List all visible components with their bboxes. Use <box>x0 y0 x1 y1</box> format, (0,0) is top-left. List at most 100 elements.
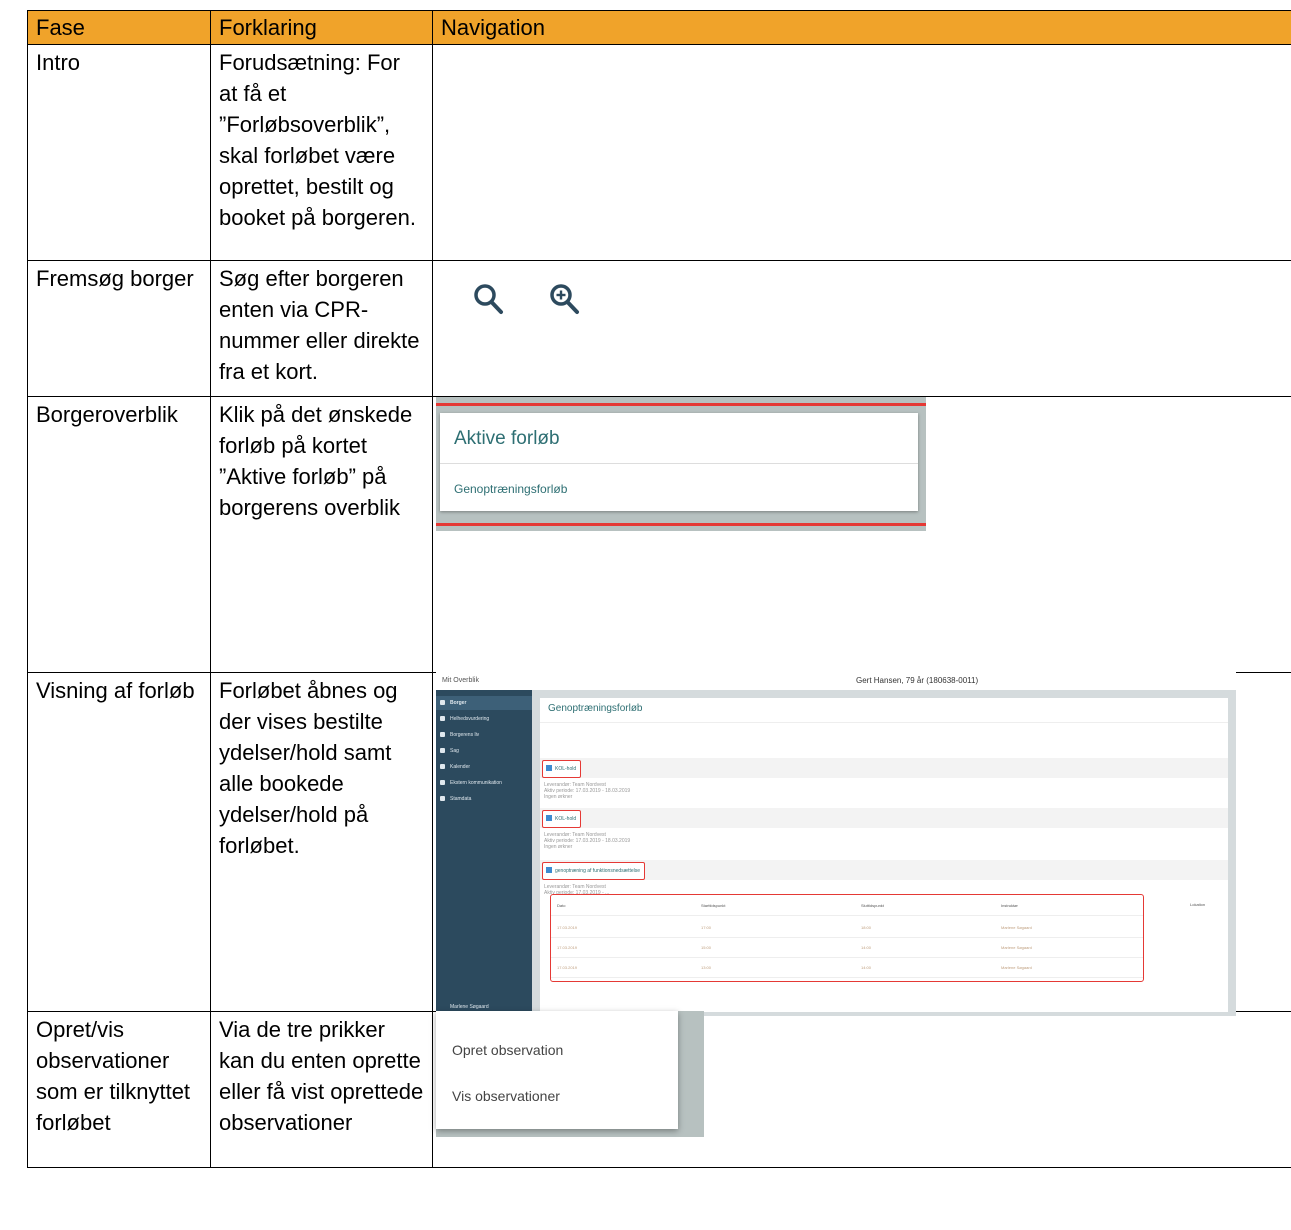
mail-icon <box>440 780 445 785</box>
cell: 14:00 <box>861 945 872 950</box>
panel-title: Genoptræningsforløb <box>548 703 643 714</box>
sidebar-item-label: Sag <box>450 748 459 754</box>
sidebar-item-label: Kalender <box>450 764 471 770</box>
forklaring-cell: Forløbet åbnes og der vises bestilte yde… <box>210 672 433 1012</box>
people-icon <box>440 796 445 801</box>
table-row[interactable]: 17.03.2019 15:00 14:00 Marlene Søgaard <box>551 937 1143 958</box>
check-icon <box>546 867 552 873</box>
sidebar-item-borgerens-liv[interactable]: Borgerens liv <box>436 728 532 742</box>
app-topbar: Mit Overblik Gert Hansen, 79 år (180638-… <box>436 672 1236 691</box>
column-header: Starttidspunkt <box>701 903 726 908</box>
cell: 17:00 <box>701 925 712 930</box>
hold-group: genoptræning af funktionsnedsættelse <box>540 860 1228 880</box>
instruction-table: Fase Forklaring Navigation Intro Forudsæ… <box>27 10 1291 1168</box>
card-title: Aktive forløb <box>454 428 560 449</box>
hold-label[interactable]: KOL-hold <box>542 810 582 828</box>
sidebar-item-label: Stamdata <box>450 796 472 802</box>
location-header: Lokation <box>1190 902 1206 907</box>
table-row[interactable]: 17.03.2019 13:00 14:00 Marlene Søgaard <box>551 957 1143 978</box>
cell: Marlene Søgaard <box>1001 945 1032 950</box>
search-icon[interactable] <box>471 281 505 317</box>
table-row[interactable]: 17.03.2019 17:00 18:00 Marlene Søgaard <box>551 917 1143 938</box>
sidebar-item-label: Ekstern kommunikation <box>450 780 502 786</box>
hold-name: KOL-hold <box>555 816 577 822</box>
menu-item-vis-observationer[interactable]: Vis observationer <box>452 1087 560 1105</box>
forklaring-cell: Klik på det ønskede forløb på kortet ”Ak… <box>210 396 433 673</box>
cell: 18:00 <box>861 925 872 930</box>
table-row: Visning af forløb Forløbet åbnes og der … <box>27 672 1291 1016</box>
aktive-forloeb-card: Aktive forløb Genoptræningsforløb <box>440 413 918 511</box>
meta-line: Ingen ørkner <box>544 844 573 850</box>
hold-group: KOL-hold <box>540 758 1228 778</box>
meta-line: Ingen ørkner <box>544 794 573 800</box>
patient-name: Gert Hansen, 79 år (180638-0011) <box>856 676 979 685</box>
forloeb-link[interactable]: Genoptræningsforløb <box>454 481 567 497</box>
app-sidebar: Borger Helhedsvurdering Borgerens liv Sa… <box>436 690 532 1016</box>
fase-cell: Fremsøg borger <box>27 260 211 397</box>
app-main: Genoptræningsforløb KOL-hold Leverandør:… <box>532 690 1236 1016</box>
hold-meta: Leverandør: Team Nordvest Aktiv periode: … <box>544 832 630 850</box>
calendar-icon <box>440 764 445 769</box>
sidebar-item-kalender[interactable]: Kalender <box>436 760 532 774</box>
table-row: Intro Forudsætning: For at få et ”Forløb… <box>27 44 1291 261</box>
booking-table: Dato Starttidspunkt Sluttidspunkt Instru… <box>550 894 1144 982</box>
forklaring-cell: Forudsætning: For at få et ”Forløbsoverb… <box>210 44 433 261</box>
cell: Marlene Søgaard <box>1001 925 1032 930</box>
forklaring-cell: Søg efter borgeren enten via CPR-nummer … <box>210 260 433 397</box>
zoom-in-icon[interactable] <box>547 281 581 317</box>
table-row: Fremsøg borger Søg efter borgeren enten … <box>27 260 1291 397</box>
cell: 17.03.2019 <box>557 925 578 930</box>
navigation-cell: Opret observation Vis observationer <box>432 1011 1291 1168</box>
booking-header-row: Dato Starttidspunkt Sluttidspunkt Instru… <box>551 895 1143 916</box>
sidebar-item-ekstern-kommunikation[interactable]: Ekstern kommunikation <box>436 776 532 790</box>
check-icon <box>546 765 552 771</box>
hold-meta: Leverandør: Team Nordvest Aktiv periode: … <box>544 782 630 800</box>
fase-cell: Opret/vis observationer som er tilknytte… <box>27 1011 211 1168</box>
column-header: Sluttidspunkt <box>861 903 884 908</box>
menu-item-opret-observation[interactable]: Opret observation <box>452 1041 563 1059</box>
aktive-forloeb-screenshot: Aktive forløb Genoptræningsforløb <box>436 397 926 531</box>
table-row: Opret/vis observationer som er tilknytte… <box>27 1011 1291 1168</box>
circle-icon <box>440 716 445 721</box>
sidebar-item-label: Helhedsvurdering <box>450 716 490 722</box>
navigation-cell <box>432 44 1291 261</box>
check-icon <box>546 815 552 821</box>
header-forklaring: Forklaring <box>210 10 433 45</box>
observation-menu: Opret observation Vis observationer <box>436 1011 678 1129</box>
person-icon <box>440 700 445 705</box>
heart-icon <box>440 732 445 737</box>
divider <box>440 463 918 464</box>
cell: 17.03.2019 <box>557 965 578 970</box>
highlight-line <box>436 403 926 406</box>
sidebar-item-sag[interactable]: Sag <box>436 744 532 758</box>
navigation-cell: Mit Overblik Gert Hansen, 79 år (180638-… <box>432 672 1291 1016</box>
cell: 13:00 <box>701 965 712 970</box>
sidebar-item-helhedsvurdering[interactable]: Helhedsvurdering <box>436 712 532 726</box>
hold-name: KOL-hold <box>555 766 577 772</box>
cell: 17.03.2019 <box>557 945 578 950</box>
fase-cell: Borgeroverblik <box>27 396 211 673</box>
hold-label[interactable]: KOL-hold <box>542 760 582 778</box>
column-header: Instruktør <box>1001 903 1018 908</box>
cell: 14:00 <box>861 965 872 970</box>
fase-cell: Visning af forløb <box>27 672 211 1012</box>
table-row: Borgeroverblik Klik på det ønskede forlø… <box>27 396 1291 673</box>
hold-label[interactable]: genoptræning af funktionsnedsættelse <box>542 862 646 880</box>
forloeb-panel: Genoptræningsforløb KOL-hold Leverandør:… <box>540 698 1228 1012</box>
highlight-line <box>436 523 926 526</box>
table-header-row: Fase Forklaring Navigation <box>27 10 1291 45</box>
hold-group: KOL-hold <box>540 808 1228 828</box>
hold-name: genoptræning af funktionsnedsættelse <box>555 868 641 874</box>
sidebar-item-label: Borger <box>450 700 467 706</box>
header-navigation: Navigation <box>432 10 1291 45</box>
sidebar-item-stamdata[interactable]: Stamdata <box>436 792 532 806</box>
navigation-cell <box>432 260 1291 397</box>
navigation-cell: Aktive forløb Genoptræningsforløb <box>432 396 1291 673</box>
column-header: Dato <box>557 903 566 908</box>
app-brand[interactable]: Mit Overblik <box>442 676 479 686</box>
divider <box>540 722 1228 723</box>
folder-icon <box>440 748 445 753</box>
sidebar-item-borger[interactable]: Borger <box>436 696 532 710</box>
app-screenshot: Mit Overblik Gert Hansen, 79 år (180638-… <box>436 672 1236 1016</box>
sidebar-item-label: Borgerens liv <box>450 732 480 738</box>
